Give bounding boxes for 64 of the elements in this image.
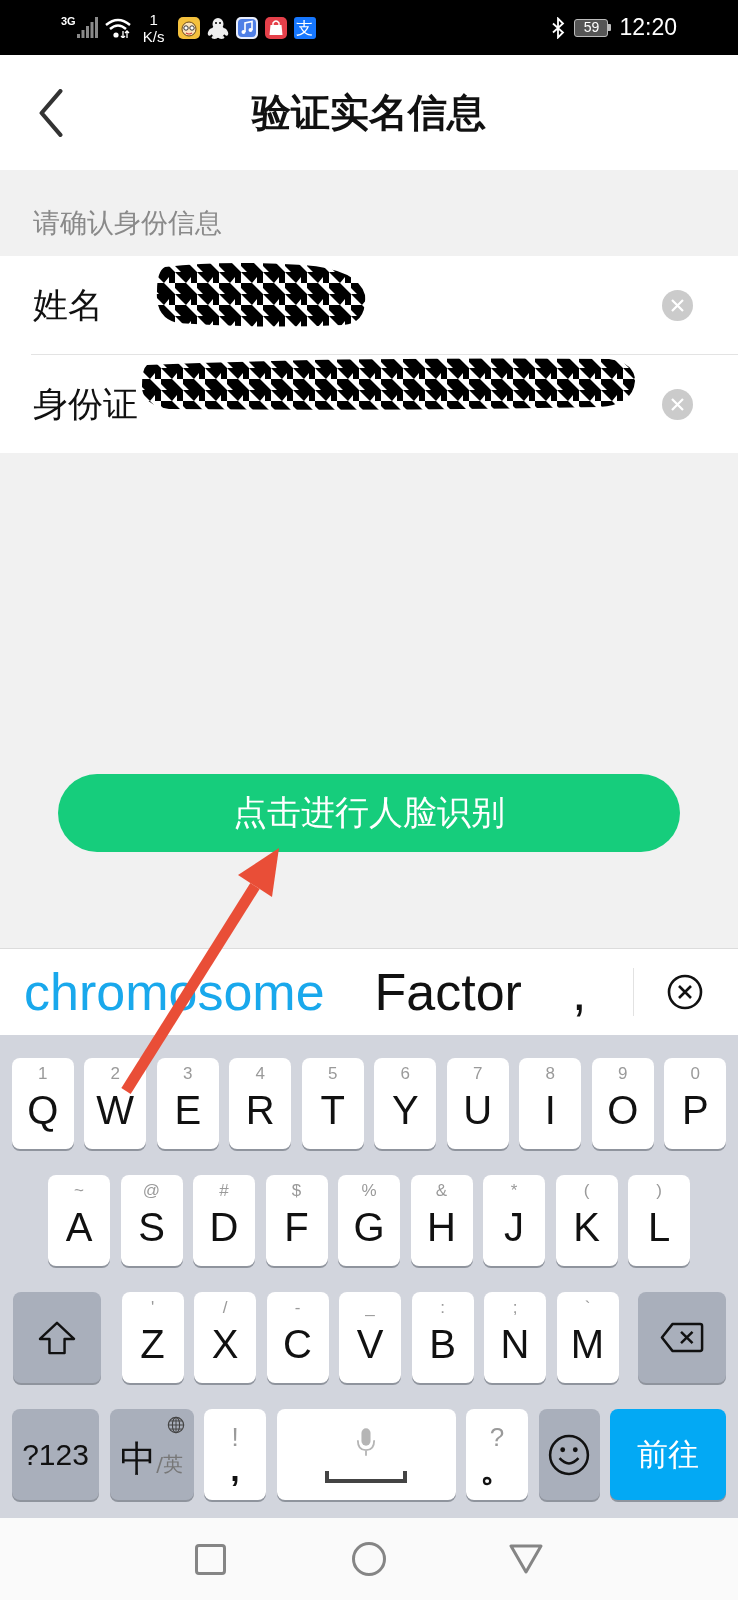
punctuation-key[interactable]: ? 。 <box>466 1409 528 1500</box>
smiley-icon[interactable] <box>548 1433 590 1476</box>
letter-key[interactable]: @ S <box>120 1175 183 1266</box>
backspace-icon[interactable] <box>659 1322 704 1353</box>
letter-key[interactable]: 2 W <box>84 1058 147 1149</box>
suggestion-candidate[interactable]: Factor <box>374 962 522 1022</box>
letter-key[interactable]: 6 Y <box>374 1058 437 1149</box>
character-app-icon: 支 <box>293 16 316 39</box>
suggestion-candidate[interactable]: , <box>571 962 587 1022</box>
cartoon-face-app-icon <box>177 16 200 39</box>
letter-key[interactable]: _ V <box>339 1292 401 1383</box>
bluetooth-icon <box>551 16 566 39</box>
letter-key[interactable]: 7 U <box>446 1058 509 1149</box>
punctuation-key[interactable]: ! , <box>204 1409 266 1500</box>
letter-key[interactable]: & H <box>410 1175 473 1266</box>
symbols-key[interactable]: ?123 <box>12 1409 99 1500</box>
shopping-bag-app-icon <box>264 16 287 39</box>
letter-key[interactable]: 0 P <box>664 1058 727 1149</box>
letter-key[interactable]: ( K <box>555 1175 618 1266</box>
letter-key[interactable]: ) L <box>628 1175 690 1266</box>
emoji-key[interactable] <box>538 1409 600 1500</box>
letter-key[interactable]: : B <box>411 1292 474 1383</box>
triangle-icon[interactable] <box>509 1544 543 1574</box>
letter-key[interactable]: * J <box>483 1175 545 1266</box>
letter-key[interactable]: 9 O <box>591 1058 654 1149</box>
battery-indicator: 59 <box>574 18 612 37</box>
wifi-icon <box>104 17 131 38</box>
music-note-app-icon <box>235 16 258 39</box>
letter-key[interactable]: 5 T <box>301 1058 364 1149</box>
close-icon[interactable] <box>667 974 703 1010</box>
letter-key[interactable]: ' Z <box>121 1292 184 1383</box>
square-icon[interactable] <box>195 1543 226 1575</box>
up-arrow-icon[interactable] <box>37 1320 76 1355</box>
speed-value: 1 <box>149 10 158 28</box>
letter-key[interactable]: 3 E <box>156 1058 219 1149</box>
letter-key[interactable]: 4 R <box>229 1058 292 1149</box>
circle-icon[interactable] <box>352 1542 386 1576</box>
letter-key[interactable]: $ F <box>265 1175 328 1266</box>
letter-key[interactable]: % G <box>338 1175 400 1266</box>
field-label: 身份证 <box>33 382 139 426</box>
language-switch-key[interactable]: 中/英 <box>109 1409 194 1500</box>
page-title: 验证实名信息 <box>250 88 487 137</box>
letter-key[interactable]: ~ A <box>48 1175 110 1266</box>
section-label: 请确认身份信息 <box>32 206 223 240</box>
letter-key[interactable]: - C <box>266 1292 329 1383</box>
space-key[interactable] <box>276 1409 456 1500</box>
network-type: 3G <box>61 15 76 27</box>
letter-key[interactable]: 1 Q <box>11 1058 74 1149</box>
globe-icon <box>166 1416 185 1434</box>
space-bar-icon <box>325 1470 407 1483</box>
back-icon[interactable] <box>38 88 64 137</box>
shift-key[interactable] <box>12 1292 101 1383</box>
letter-key[interactable]: / X <box>194 1292 256 1383</box>
field-label: 姓名 <box>33 283 104 327</box>
backspace-key[interactable] <box>637 1292 726 1383</box>
clock-time: 12:20 <box>619 14 677 41</box>
letter-key[interactable]: # D <box>193 1175 255 1266</box>
letter-key[interactable]: ; N <box>484 1292 546 1383</box>
penguin-icon <box>206 16 229 39</box>
microphone-icon <box>356 1426 376 1457</box>
signal-icon <box>76 17 98 38</box>
letter-key[interactable]: ` M <box>556 1292 619 1383</box>
letter-key[interactable]: 8 I <box>519 1058 582 1149</box>
speed-unit: K/s <box>142 27 165 45</box>
